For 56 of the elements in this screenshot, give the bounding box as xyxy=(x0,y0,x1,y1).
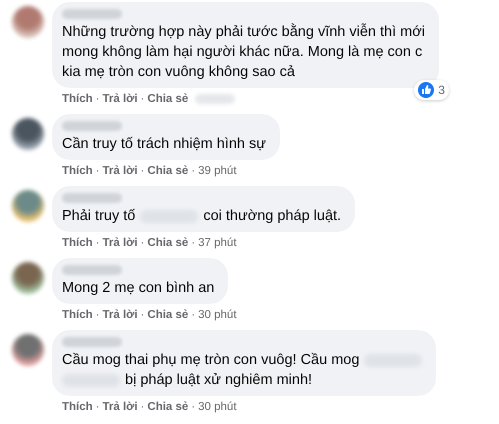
separator-dot: · xyxy=(140,309,144,321)
separator-dot: · xyxy=(96,309,100,321)
comment-text: kia mẹ tròn con vuông không sao cả xyxy=(62,63,295,82)
comment-action-link[interactable]: Chia sẻ xyxy=(147,401,188,413)
separator-dot: · xyxy=(140,401,144,413)
separator-dot: · xyxy=(191,309,196,321)
separator-dot: · xyxy=(96,237,100,249)
reaction-count: 3 xyxy=(438,83,445,97)
comment-action-link[interactable]: Thích xyxy=(62,237,93,249)
comment-text: Cầu mog thai phụ mẹ tròn con vuôg! Cầu mog xyxy=(62,351,360,370)
comment-action-link[interactable]: Chia sẻ xyxy=(147,237,188,249)
comment-action-link[interactable]: Trả lời xyxy=(102,309,138,321)
comment-time[interactable]: 39 phút xyxy=(198,165,237,177)
comment-text: Mong 2 mẹ con bình an xyxy=(62,279,214,298)
separator-dot: · xyxy=(140,237,144,249)
comment-text: bị pháp luật xử nghiêm minh! xyxy=(125,371,312,390)
separator-dot: · xyxy=(96,401,100,413)
blurred-name xyxy=(62,337,122,347)
separator-dot: · xyxy=(191,165,196,177)
comment-action-link[interactable]: Trả lời xyxy=(102,401,138,413)
blurred-name xyxy=(62,121,122,131)
blurred-name xyxy=(62,9,122,19)
comment-action-link[interactable]: Chia sẻ xyxy=(147,309,188,321)
like-icon xyxy=(418,82,434,98)
comment-action-link[interactable]: Chia sẻ xyxy=(147,165,188,177)
separator-dot: · xyxy=(140,93,144,105)
separator-dot: · xyxy=(140,165,144,177)
comment-text: Phải truy tố xyxy=(62,207,136,226)
comment-time[interactable]: 37 phút xyxy=(198,237,237,249)
separator-dot: · xyxy=(96,165,100,177)
comment-action-link[interactable]: Chia sẻ xyxy=(147,93,188,105)
blurred-name xyxy=(62,265,122,275)
separator-dot: · xyxy=(191,401,196,413)
comment-text: Những trường hợp này phải tước bằng vĩnh viễn thì mới xyxy=(62,22,425,42)
comment-text: mong không làm hại người khác nữa. Mong là mẹ con c xyxy=(62,43,422,62)
avatar[interactable] xyxy=(12,190,44,222)
comment-time[interactable]: 30 phút xyxy=(198,401,237,413)
blurred-time xyxy=(195,94,236,104)
comment-action-link[interactable]: Trả lời xyxy=(102,93,138,105)
separator-dot: · xyxy=(191,237,196,249)
comment-action-link[interactable]: Thích xyxy=(62,401,93,413)
separator-dot: · xyxy=(96,93,100,105)
avatar[interactable] xyxy=(12,118,44,150)
comment-action-link[interactable]: Thích xyxy=(62,93,93,105)
avatar[interactable] xyxy=(12,334,44,366)
comment-text: Cần truy tố trách nhiệm hình sự xyxy=(62,135,266,154)
comment-action-link[interactable]: Thích xyxy=(62,309,93,321)
comment-text: coi thường pháp luật. xyxy=(203,207,342,226)
avatar[interactable] xyxy=(12,262,44,294)
reaction-badge[interactable]: 3 xyxy=(414,80,449,100)
blurred-name xyxy=(62,193,122,203)
comment-action-link[interactable]: Trả lời xyxy=(102,165,138,177)
avatar[interactable] xyxy=(12,6,44,38)
comment-time[interactable]: 30 phút xyxy=(198,309,237,321)
comment-action-link[interactable]: Thích xyxy=(62,165,93,177)
comment-action-link[interactable]: Trả lời xyxy=(102,237,138,249)
